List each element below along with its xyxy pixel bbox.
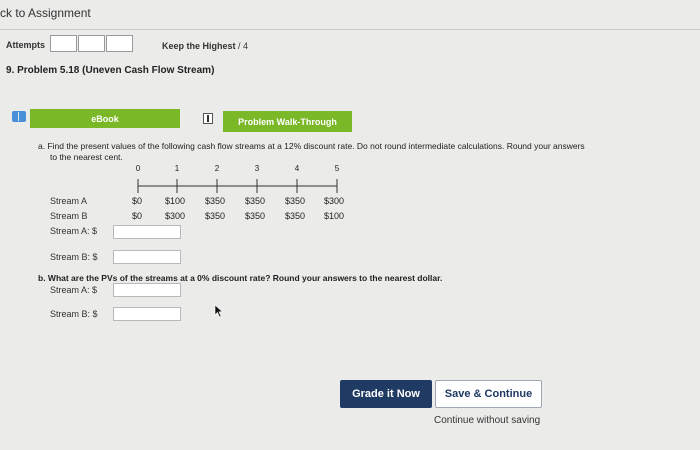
period-label: 5 bbox=[334, 164, 340, 173]
part-b-stream-b-input[interactable] bbox=[113, 307, 181, 321]
keep-highest-label: Keep the Highest / 4 bbox=[162, 41, 248, 51]
period-label: 0 bbox=[135, 164, 141, 173]
timeline-axis bbox=[137, 179, 338, 193]
header-divider bbox=[0, 29, 700, 30]
part-a-stream-b-label: Stream B: $ bbox=[50, 252, 98, 262]
walkthrough-icon bbox=[203, 113, 213, 124]
stream-b-cell: $350 bbox=[205, 211, 226, 221]
stream-b-cell: $350 bbox=[245, 211, 266, 221]
part-b-stream-a-input[interactable] bbox=[113, 283, 181, 297]
attempt-box-1 bbox=[50, 35, 77, 52]
period-label: 2 bbox=[214, 164, 220, 173]
stream-b-cell: $300 bbox=[165, 211, 186, 221]
part-b-stream-a-label: Stream A: $ bbox=[50, 285, 98, 295]
part-a-stream-a-input[interactable] bbox=[113, 225, 181, 239]
stream-b-row-label: Stream B bbox=[50, 211, 88, 221]
part-a-line-2: to the nearest cent. bbox=[50, 152, 123, 162]
book-icon bbox=[12, 111, 26, 122]
part-a-line-1: a. Find the present values of the follow… bbox=[38, 141, 585, 151]
attempt-box-3 bbox=[106, 35, 133, 52]
stream-b-cell: $100 bbox=[324, 211, 345, 221]
part-a-stream-a-label: Stream A: $ bbox=[50, 226, 98, 236]
period-label: 4 bbox=[294, 164, 300, 173]
keep-highest-text: Keep the Highest bbox=[162, 41, 236, 51]
part-b-question: b. What are the PVs of the streams at a … bbox=[38, 273, 443, 283]
period-label: 3 bbox=[254, 164, 260, 173]
stream-a-row-label: Stream A bbox=[50, 196, 88, 206]
problem-walkthrough-button[interactable]: Problem Walk-Through bbox=[223, 111, 352, 132]
mouse-cursor-icon bbox=[214, 304, 224, 318]
save-and-continue-button[interactable]: Save & Continue bbox=[435, 380, 542, 408]
stream-a-cell: $350 bbox=[245, 196, 266, 206]
part-b-stream-b-label: Stream B: $ bbox=[50, 309, 98, 319]
part-a-stream-b-input[interactable] bbox=[113, 250, 181, 264]
problem-title: 9. Problem 5.18 (Uneven Cash Flow Stream… bbox=[6, 65, 215, 76]
stream-a-cell: $100 bbox=[165, 196, 186, 206]
stream-a-cell: $350 bbox=[285, 196, 306, 206]
back-to-assignment-link[interactable]: ck to Assignment bbox=[0, 6, 91, 20]
stream-a-cell: $300 bbox=[324, 196, 345, 206]
stream-a-cell: $350 bbox=[205, 196, 226, 206]
attempt-box-2 bbox=[78, 35, 105, 52]
keep-highest-value: / 4 bbox=[238, 41, 249, 51]
grade-it-now-button[interactable]: Grade it Now bbox=[340, 380, 432, 408]
stream-b-cell: $350 bbox=[285, 211, 306, 221]
stream-b-cell: $0 bbox=[132, 211, 143, 221]
continue-without-saving-link[interactable]: Continue without saving bbox=[434, 415, 540, 426]
ebook-button[interactable]: eBook bbox=[30, 109, 180, 128]
part-a-question: a. Find the present values of the follow… bbox=[38, 141, 700, 163]
period-label: 1 bbox=[174, 164, 180, 173]
attempts-label: Attempts bbox=[6, 40, 46, 50]
stream-a-cell: $0 bbox=[132, 196, 143, 206]
